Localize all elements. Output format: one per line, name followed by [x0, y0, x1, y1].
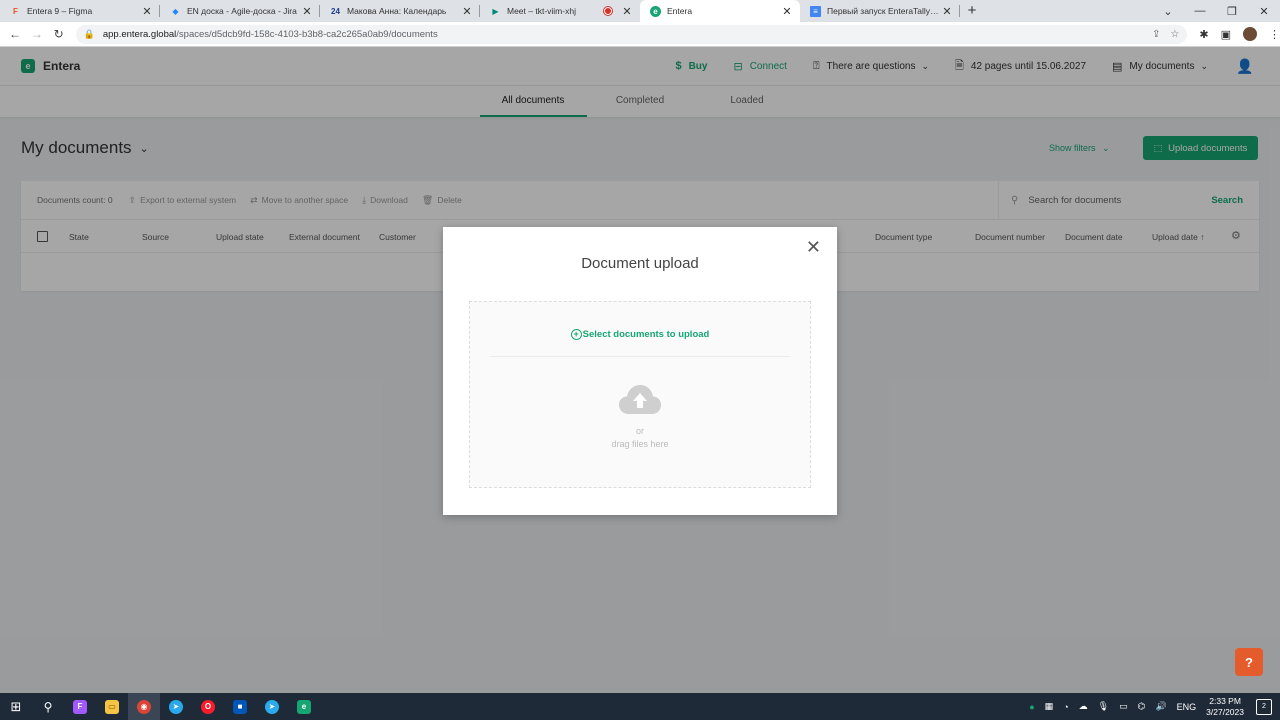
meet-icon: ▶: [492, 6, 499, 16]
or-text: or: [635, 426, 644, 436]
browser-tab-active[interactable]: e Entera ✕: [640, 0, 800, 22]
share-icon[interactable]: ⇪: [1152, 29, 1160, 40]
bookmark-star-icon[interactable]: ☆: [1170, 29, 1179, 40]
clock[interactable]: 2:33 PM 3/27/2023: [1206, 696, 1244, 718]
opera-icon[interactable]: O: [192, 693, 224, 720]
close-window-icon[interactable]: ✕: [1248, 5, 1280, 18]
browser-menu-icon[interactable]: ⋮: [1269, 28, 1280, 41]
entera-icon: e: [650, 5, 661, 17]
recording-icon: [604, 7, 612, 15]
select-documents-label: Select documents to upload: [582, 329, 710, 340]
browser-tab-title: Meet – tkt-viim-xhj: [507, 6, 576, 16]
volume-icon[interactable]: 🔊: [1155, 701, 1166, 712]
chrome-icon[interactable]: ◉: [128, 693, 160, 720]
url-path: /spaces/d5dcb9fd-158c-4103-b3b8-ca2c265a…: [176, 28, 438, 40]
close-tab-icon[interactable]: ✕: [780, 5, 794, 18]
document-upload-modal: ✕ Document upload + Select documents to …: [443, 227, 837, 515]
figma-app-icon[interactable]: F: [64, 693, 96, 720]
close-tab-icon[interactable]: ✕: [140, 5, 154, 18]
browser-tab-title: Entera 9 – Figma: [27, 6, 93, 16]
clock-date: 3/27/2023: [1206, 706, 1244, 717]
drop-zone[interactable]: + Select documents to upload or drag fil…: [469, 301, 811, 488]
side-panel-icon[interactable]: ▣: [1221, 28, 1231, 41]
drag-hint: drag files here: [611, 439, 669, 449]
browser-tab[interactable]: ▶ Meet – tkt-viim-xhj ✕: [480, 0, 640, 22]
restore-icon[interactable]: ❐: [1216, 5, 1248, 18]
discord-icon[interactable]: ◔: [1063, 702, 1068, 712]
grid-tray-icon[interactable]: ▦: [1045, 701, 1054, 712]
close-tab-icon[interactable]: ✕: [940, 5, 954, 18]
browser-tab-title: Первый запуск EnteraTallyConne: [827, 6, 940, 16]
url-host: app.entera.global: [102, 28, 177, 40]
browser-tab-bar: F Entera 9 – Figma ✕ ◆ EN доска - Agile-…: [0, 0, 1280, 22]
modal-title: Document upload: [581, 255, 699, 272]
plus-circle-icon: +: [570, 329, 582, 340]
divider: [490, 356, 790, 357]
cloud-tray-icon[interactable]: ☁: [1079, 701, 1088, 712]
calendar-24-icon: 24: [331, 6, 340, 16]
jira-icon: ◆: [172, 6, 179, 16]
window-controls: ⌄ — ❐ ✕: [1152, 0, 1280, 22]
profile-avatar[interactable]: [1243, 27, 1257, 41]
microphone-icon[interactable]: 🎙: [1098, 701, 1109, 712]
browser-tab[interactable]: ◆ EN доска - Agile-доска - Jira ✕: [160, 0, 320, 22]
browser-tab[interactable]: 24 Макова Анна: Календарь ✕: [320, 0, 480, 22]
browser-tab[interactable]: ≡ Первый запуск EnteraTallyConne ✕: [800, 0, 960, 22]
close-tab-icon[interactable]: ✕: [460, 5, 474, 18]
forward-icon[interactable]: →: [26, 27, 48, 41]
browser-tab-title: Макова Анна: Календарь: [347, 6, 447, 16]
file-explorer-icon[interactable]: ▭: [96, 693, 128, 720]
search-icon[interactable]: ⚲: [32, 693, 64, 720]
tab-search-icon[interactable]: ⌄: [1152, 5, 1184, 18]
network-icon[interactable]: ⌬: [1138, 701, 1146, 712]
extensions-puzzle-icon[interactable]: ✱: [1199, 28, 1208, 41]
telegram-desktop-icon[interactable]: ➤: [256, 693, 288, 720]
close-tab-icon[interactable]: ✕: [300, 5, 314, 18]
battery-icon[interactable]: ▭: [1119, 701, 1128, 712]
close-tab-icon[interactable]: ✕: [620, 5, 634, 18]
entera-tray-icon[interactable]: ●: [1029, 702, 1034, 712]
cloud-upload-icon: [619, 385, 661, 414]
browser-tab-title: EN доска - Agile-доска - Jira: [187, 6, 297, 16]
clock-time: 2:33 PM: [1209, 695, 1241, 706]
lock-icon[interactable]: 🔒: [84, 29, 95, 40]
system-tray: ● ▦ ◔ ☁ 🎙 ▭ ⌬ 🔊 ENG 2:33 PM 3/27/2023 2: [1029, 693, 1280, 720]
close-icon[interactable]: ✕: [806, 237, 821, 257]
notifications-icon[interactable]: 2: [1256, 698, 1272, 715]
entera-app-icon[interactable]: e: [288, 693, 320, 720]
docs-icon: ≡: [810, 5, 821, 17]
language-indicator[interactable]: ENG: [1177, 702, 1197, 712]
back-icon[interactable]: ←: [4, 27, 26, 41]
browser-tab-title: Entera: [667, 6, 693, 16]
minimize-icon[interactable]: —: [1184, 5, 1216, 17]
windows-start-icon[interactable]: ⊞: [0, 693, 32, 720]
help-button[interactable]: ?: [1235, 648, 1263, 676]
address-bar-row: ← → ↻ 🔒 app.entera.global/spaces/d5dcb9f…: [0, 22, 1280, 47]
url-field[interactable]: 🔒 app.entera.global/spaces/d5dcb9fd-158c…: [75, 24, 1188, 44]
app-icon[interactable]: ■: [224, 693, 256, 720]
figma-icon: F: [13, 6, 18, 16]
browser-tab[interactable]: F Entera 9 – Figma ✕: [0, 0, 160, 22]
select-documents-link[interactable]: + Select documents to upload: [470, 329, 810, 340]
new-tab-button[interactable]: +: [960, 0, 984, 22]
reload-icon[interactable]: ↻: [48, 27, 70, 41]
telegram-icon[interactable]: ➤: [160, 693, 192, 720]
windows-taskbar: ⊞ ⚲ F ▭ ◉ ➤ O ■ ➤ e ● ▦ ◔ ☁ 🎙 ▭ ⌬ 🔊 ENG …: [0, 693, 1280, 720]
